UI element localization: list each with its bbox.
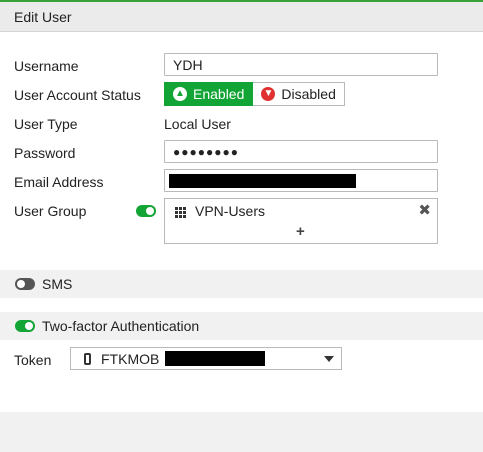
account-status-label: User Account Status bbox=[14, 87, 141, 103]
two-factor-label: Two-factor Authentication bbox=[42, 318, 200, 334]
redacted-token bbox=[165, 351, 265, 366]
two-factor-section: Two-factor Authentication bbox=[0, 312, 483, 340]
email-field[interactable] bbox=[164, 169, 438, 192]
sms-label: SMS bbox=[42, 276, 73, 292]
page-title: Edit User bbox=[14, 9, 72, 25]
token-label: Token bbox=[14, 352, 52, 368]
user-type-value: Local User bbox=[164, 116, 231, 132]
username-label: Username bbox=[14, 58, 79, 74]
arrow-down-circle-icon: ▼ bbox=[261, 87, 276, 101]
password-value: ●●●●●●●● bbox=[173, 145, 239, 159]
sms-toggle[interactable] bbox=[15, 278, 35, 290]
add-group-icon[interactable]: + bbox=[296, 223, 305, 240]
mobile-phone-icon bbox=[84, 353, 91, 365]
account-status-toggle: ▲ Enabled ▼ Disabled bbox=[164, 82, 345, 106]
username-field[interactable]: YDH bbox=[164, 53, 438, 76]
password-label: Password bbox=[14, 145, 76, 161]
user-type-label: User Type bbox=[14, 116, 78, 132]
enabled-label: Enabled bbox=[193, 86, 245, 102]
user-group-box: VPN-Users ✖ + bbox=[164, 198, 438, 244]
email-label: Email Address bbox=[14, 174, 104, 190]
dialog-header: Edit User bbox=[0, 2, 483, 32]
password-field[interactable]: ●●●●●●●● bbox=[164, 140, 438, 163]
disabled-button[interactable]: ▼ Disabled bbox=[253, 82, 345, 106]
remove-group-icon[interactable]: ✖ bbox=[418, 201, 431, 219]
chevron-down-icon bbox=[324, 356, 334, 362]
two-factor-toggle[interactable] bbox=[15, 320, 35, 332]
token-select[interactable]: FTKMOB bbox=[70, 347, 342, 370]
redacted-email bbox=[169, 174, 356, 188]
group-item-label: VPN-Users bbox=[195, 203, 266, 219]
group-icon bbox=[175, 207, 187, 218]
enabled-button[interactable]: ▲ Enabled bbox=[164, 82, 254, 106]
arrow-up-circle-icon: ▲ bbox=[173, 87, 187, 101]
token-value: FTKMOB bbox=[101, 351, 160, 367]
footer-area bbox=[0, 412, 483, 452]
sms-section: SMS bbox=[0, 270, 483, 298]
username-value: YDH bbox=[173, 57, 203, 73]
disabled-label: Disabled bbox=[281, 86, 336, 102]
user-group-label: User Group bbox=[14, 203, 87, 219]
user-group-toggle[interactable] bbox=[136, 205, 156, 217]
